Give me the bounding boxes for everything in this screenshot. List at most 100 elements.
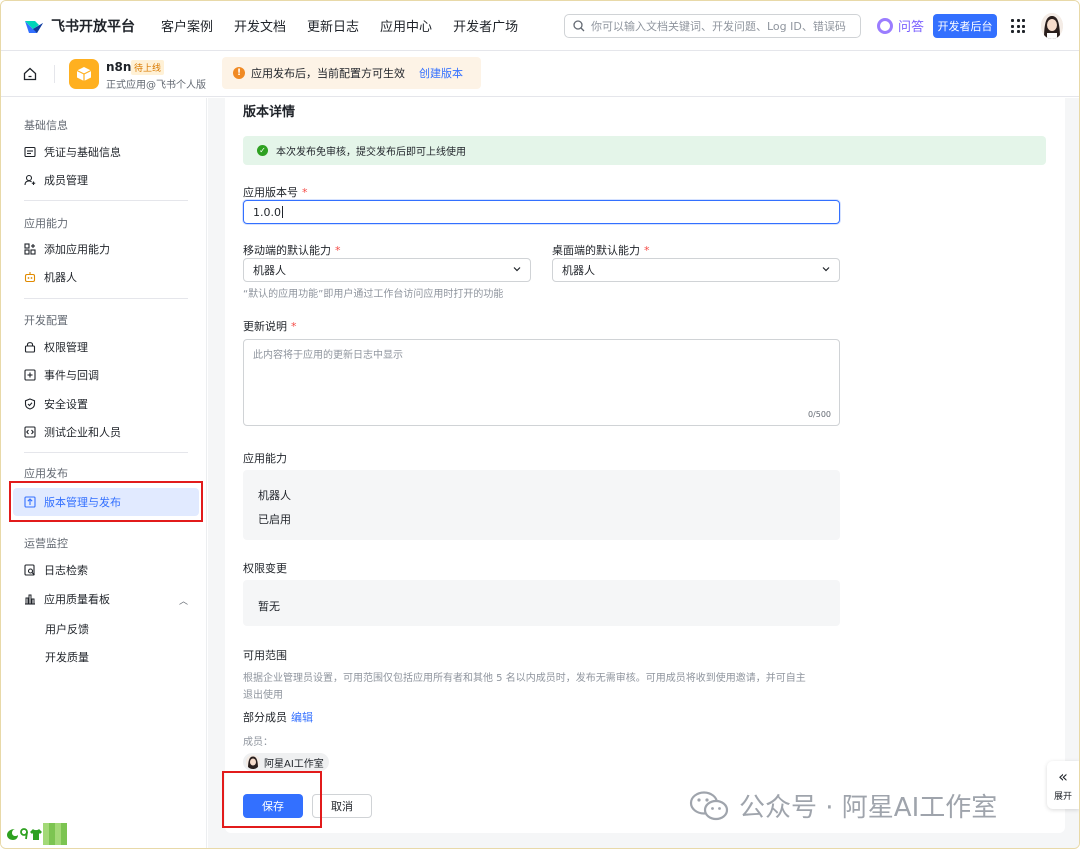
lock-icon [24, 342, 36, 353]
shield-icon [24, 398, 36, 410]
sidebar: 基础信息 凭证与基础信息 成员管理 应用能力 添加应用能力 机器人 开发配置 权… [1, 98, 207, 848]
moon-icon [7, 829, 18, 840]
chevron-up-icon[interactable]: ︿ [179, 594, 188, 607]
sidebar-group-capabilities: 应用能力 [24, 217, 68, 230]
chevron-down-icon [513, 267, 521, 272]
chevron-down-icon [822, 267, 830, 272]
expand-panel-button[interactable]: « 展开 [1047, 761, 1079, 809]
sidebar-item-label: 机器人 [44, 271, 77, 284]
sidebar-item-security[interactable]: 安全设置 [24, 394, 88, 414]
scope-label: 可用范围 [243, 649, 287, 662]
char-counter: 0/500 [807, 410, 831, 419]
nav-link-cases[interactable]: 客户案例 [161, 16, 213, 35]
app-header: n8n 待上线 正式应用@飞书个人版 ! 应用发布后，当前配置方可生效 创建版本 [1, 51, 1079, 97]
wechat-icon [689, 790, 729, 820]
sidebar-item-add-capability[interactable]: 添加应用能力 [24, 239, 110, 259]
highlight-annotation-box [222, 771, 322, 828]
sidebar-item-label: 添加应用能力 [44, 243, 110, 256]
search-input[interactable] [591, 19, 851, 33]
sidebar-item-label: 日志检索 [44, 564, 88, 577]
sidebar-item-members[interactable]: 成员管理 [24, 170, 88, 190]
textarea-placeholder: 此内容将于应用的更新日志中显示 [253, 350, 403, 361]
nav-link-app-center[interactable]: 应用中心 [380, 16, 432, 35]
sidebar-item-label: 测试企业和人员 [44, 426, 121, 439]
avatar-illustration-icon [1041, 13, 1063, 39]
update-notes-label: 更新说明 * [243, 320, 297, 333]
release-notice: ! 应用发布后，当前配置方可生效 创建版本 [222, 57, 481, 89]
developer-console-button[interactable]: 开发者后台 [933, 14, 997, 38]
sidebar-group-ops: 运营监控 [24, 537, 68, 550]
sidebar-subitem-dev-quality[interactable]: 开发质量 [45, 649, 89, 665]
scope-hint-line2: 退出使用 [243, 690, 283, 701]
ask-label: 问答 [898, 20, 925, 35]
nav-link-dev-square[interactable]: 开发者广场 [453, 16, 518, 35]
sidebar-item-label: 事件与回调 [44, 369, 99, 382]
create-version-link[interactable]: 创建版本 [419, 65, 463, 81]
sidebar-group-basic: 基础信息 [24, 119, 68, 132]
robot-icon [24, 272, 36, 283]
version-value: 1.0.0 [253, 205, 281, 219]
striped-bars-icon [43, 823, 67, 845]
members-label: 成员： [243, 737, 273, 748]
nav-link-changelog[interactable]: 更新日志 [307, 16, 359, 35]
log-search-icon [24, 564, 35, 576]
ask-button[interactable]: 问答 [877, 16, 924, 35]
sidebar-item-log-search[interactable]: 日志检索 [24, 560, 88, 580]
desktop-default-select[interactable]: 机器人 [552, 258, 840, 282]
bar-chart-icon [25, 594, 35, 605]
feishu-logo-icon [25, 20, 43, 33]
watermark-text: 公众号 · 阿星AI工作室 [739, 793, 998, 823]
version-number-input[interactable]: 1.0.0 [243, 200, 840, 224]
capabilities-label: 应用能力 [243, 452, 287, 465]
apps-grid-icon[interactable] [1011, 19, 1025, 33]
check-circle-icon: ✓ [257, 145, 268, 156]
sidebar-item-credentials[interactable]: 凭证与基础信息 [24, 142, 121, 162]
sidebar-item-events[interactable]: 事件与回调 [24, 365, 99, 385]
credential-card-icon [24, 146, 36, 158]
sidebar-subitem-user-feedback[interactable]: 用户反馈 [45, 621, 89, 637]
add-grid-icon [24, 243, 36, 255]
capability-name: 机器人 [258, 489, 291, 502]
sidebar-item-test-enterprise[interactable]: 测试企业和人员 [24, 422, 121, 442]
platform-name: 飞书开放平台 [51, 18, 135, 35]
notice-text: 应用发布后，当前配置方可生效 [251, 67, 405, 80]
user-avatar[interactable] [1041, 13, 1063, 39]
text-cursor [282, 206, 283, 218]
permission-change-box [243, 580, 840, 626]
app-name: n8n [106, 60, 132, 74]
double-chevron-left-icon: « [1058, 766, 1068, 786]
sidebar-item-quality-board[interactable]: 应用质量看板 [24, 589, 110, 609]
search-icon [573, 20, 585, 32]
platform-logo[interactable]: 飞书开放平台 [23, 16, 143, 36]
sidebar-item-label: 成员管理 [44, 174, 88, 187]
expand-label: 展开 [1053, 791, 1072, 802]
sidebar-item-label: 权限管理 [44, 341, 88, 354]
desktop-default-label: 桌面端的默认能力 * [552, 244, 650, 257]
home-icon[interactable] [23, 67, 37, 81]
sidebar-item-label: 安全设置 [44, 398, 88, 411]
version-label: 应用版本号 * [243, 186, 308, 199]
warning-icon: ! [233, 67, 245, 79]
edit-scope-link[interactable]: 编辑 [291, 709, 313, 725]
sidebar-item-label: 应用质量看板 [44, 593, 110, 606]
user-add-icon [24, 174, 36, 186]
nav-link-docs[interactable]: 开发文档 [234, 16, 286, 35]
sidebar-item-bot[interactable]: 机器人 [24, 267, 77, 287]
scope-hint-line1: 根据企业管理员设置，可用范围仅包括应用所有者和其他 5 名以内成员时，发布无需审… [243, 673, 806, 684]
top-navbar: 飞书开放平台 客户案例 开发文档 更新日志 应用中心 开发者广场 问答 开发者后… [1, 1, 1079, 51]
divider [24, 452, 188, 453]
scope-mode: 部分成员 [243, 711, 287, 724]
update-notes-textarea[interactable]: 此内容将于应用的更新日志中显示 0/500 [243, 339, 840, 426]
search-box[interactable] [564, 14, 861, 38]
capability-status: 已启用 [258, 513, 291, 526]
avatar-illustration-icon [246, 755, 260, 769]
divider [24, 298, 188, 299]
sidebar-group-release: 应用发布 [24, 467, 68, 480]
package-box-icon [76, 67, 92, 81]
sidebar-item-permissions[interactable]: 权限管理 [24, 337, 88, 357]
mobile-default-select[interactable]: 机器人 [243, 258, 531, 282]
member-avatar [246, 755, 260, 769]
page-title: 版本详情 [243, 105, 296, 120]
divider [24, 200, 188, 201]
app-window: 飞书开放平台 客户案例 开发文档 更新日志 应用中心 开发者广场 问答 开发者后… [0, 0, 1080, 849]
